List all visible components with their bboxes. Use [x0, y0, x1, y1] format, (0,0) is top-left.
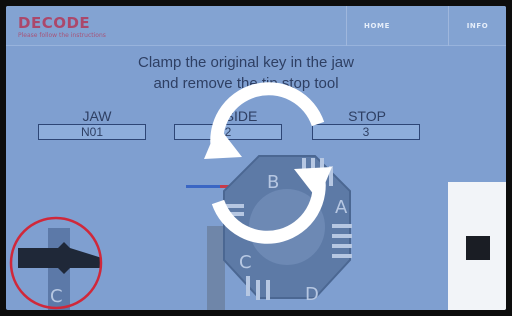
tool-label-c: C: [50, 286, 63, 307]
face-label-a: A: [335, 197, 348, 218]
face-label-d: D: [305, 284, 319, 305]
stop-button[interactable]: [466, 236, 490, 260]
jaw-post: [207, 226, 225, 310]
face-label-b: B: [267, 172, 279, 193]
decode-screen: DECODE Please follow the instructions HO…: [6, 6, 506, 310]
face-label-c: C: [239, 252, 252, 273]
tool-detail: C: [9, 216, 103, 310]
diagram-area: B A C D C: [9, 82, 352, 310]
